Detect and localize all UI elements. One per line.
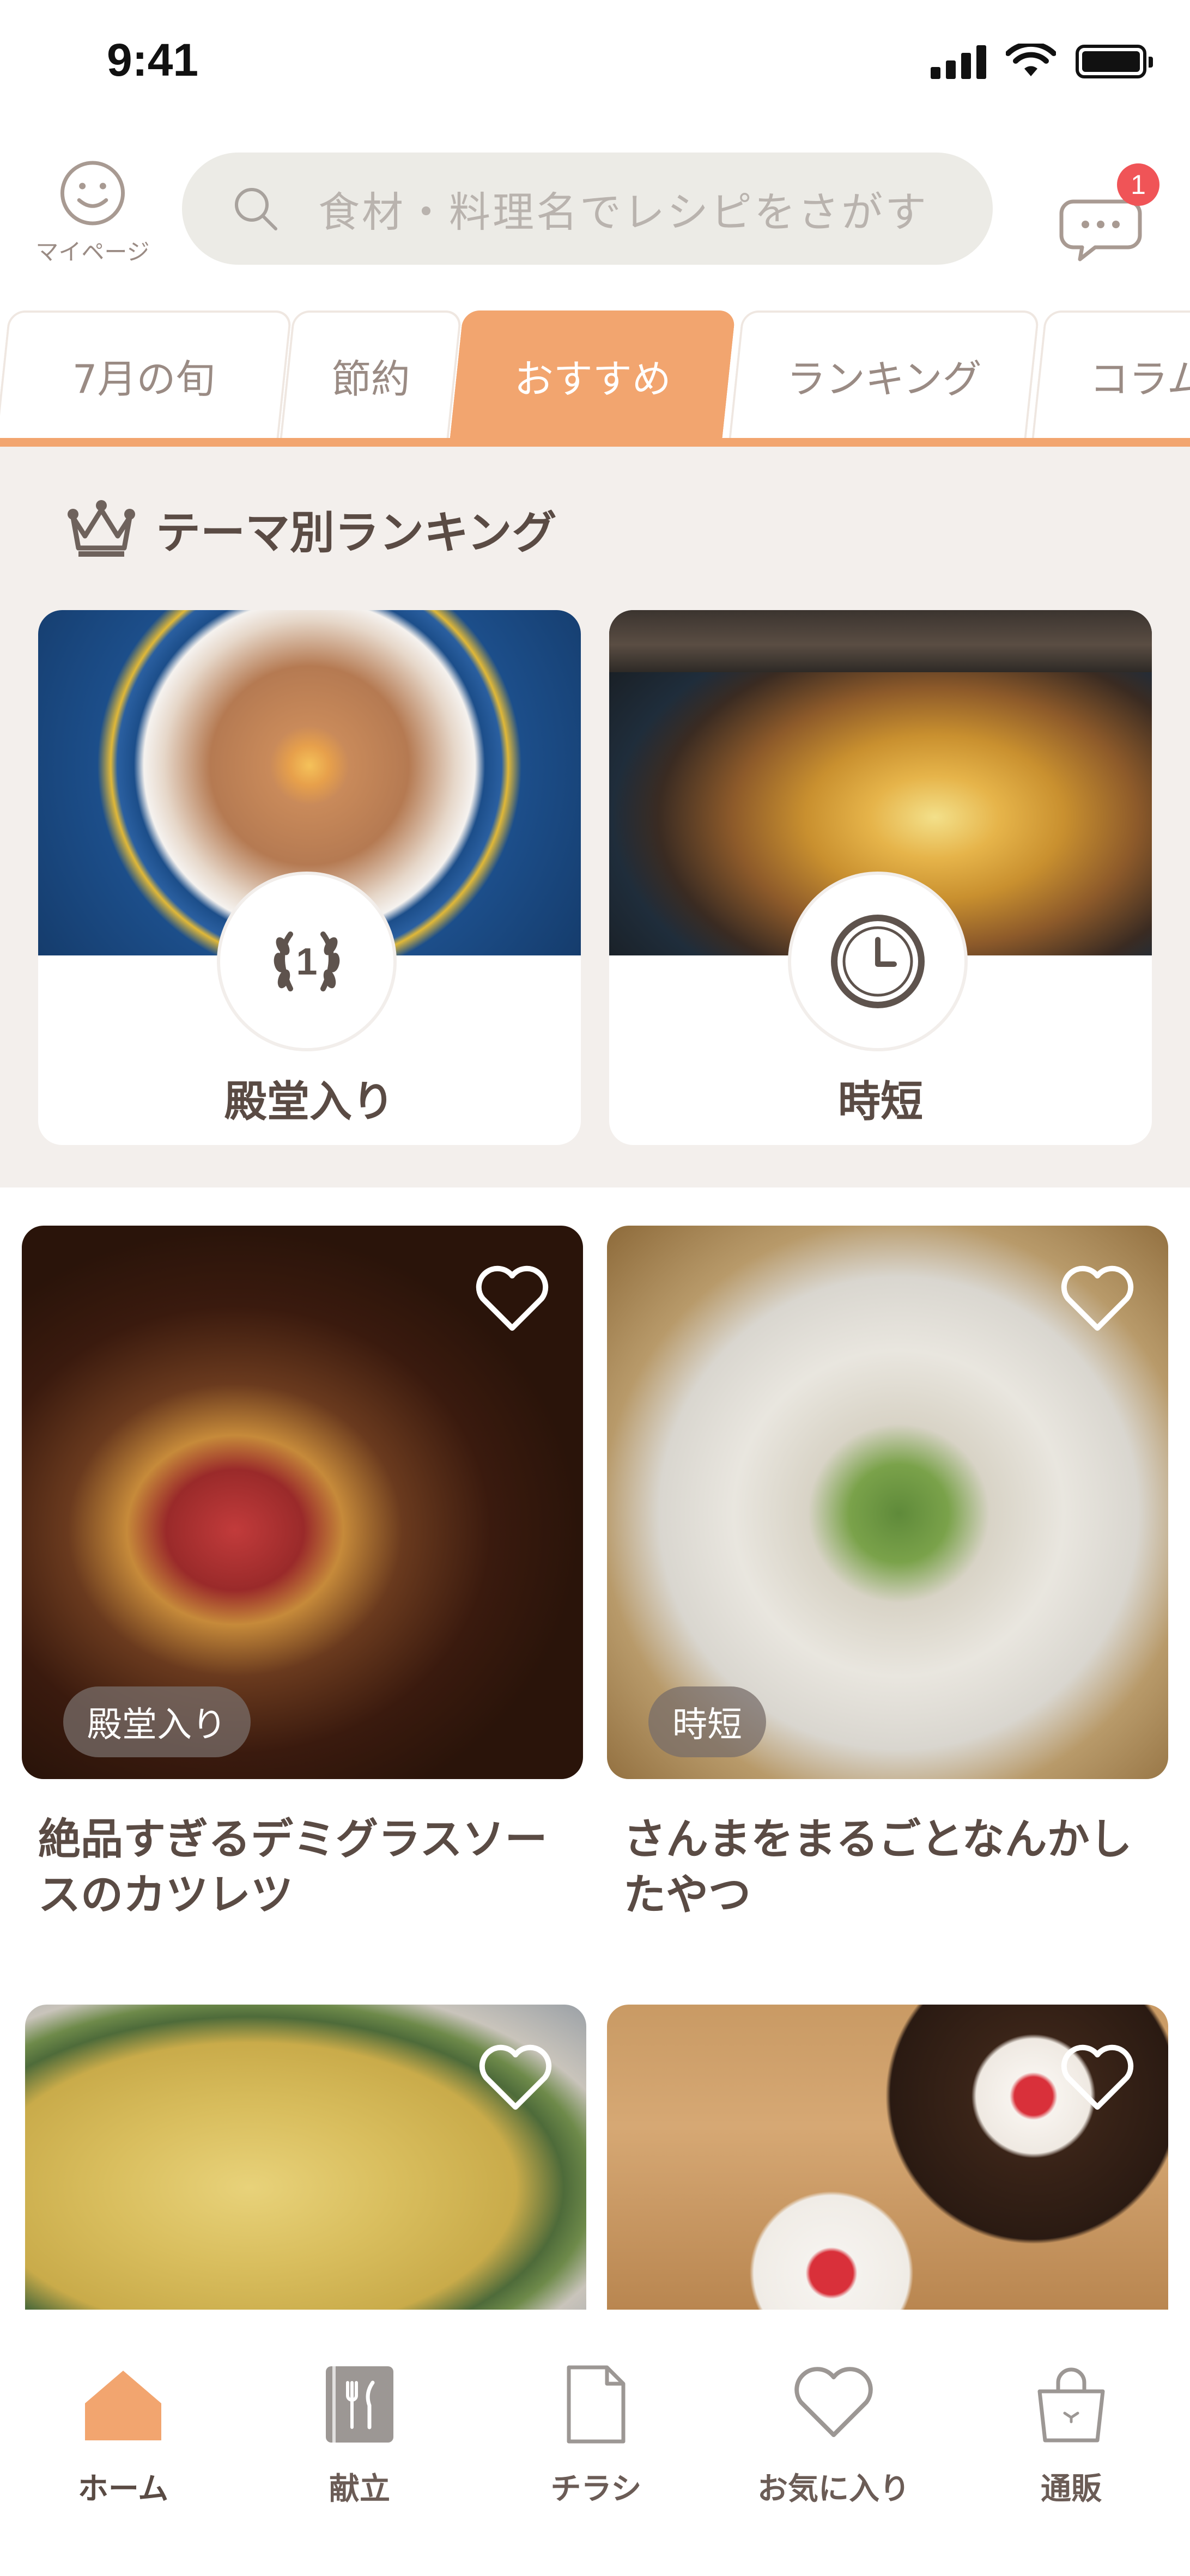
recipe-tag: 時短	[648, 1686, 766, 1757]
favorite-heart-icon[interactable]	[1059, 1264, 1136, 1335]
messages-button[interactable]: 1	[1057, 163, 1166, 267]
recipe-card[interactable]: 殿堂入り 絶品すぎるデミグラスソースのカツレツ	[22, 1226, 583, 1923]
status-icons	[931, 44, 1153, 80]
theme-card-quick[interactable]: 時短	[609, 610, 1152, 1145]
tab-recommended[interactable]: おすすめ	[450, 310, 736, 438]
recipe-title: さんまをまるごとなんかしたやつ	[623, 1815, 1132, 1920]
nav-label: 献立	[329, 2471, 390, 2507]
theme-label: 殿堂入り	[224, 1077, 394, 1126]
dessert-photo	[607, 2005, 1168, 2310]
tab-ranking[interactable]: ランキング	[728, 310, 1040, 438]
clock-icon	[831, 915, 925, 1008]
nav-menu[interactable]: 献立	[256, 2361, 463, 2508]
notification-badge: 1	[1117, 163, 1159, 206]
category-tabs: 7月の旬 節約 おすすめ ランキング コラム	[0, 310, 1190, 447]
theme-card-hall-of-fame[interactable]: 1 殿堂入り	[38, 610, 581, 1145]
theme-ranking-section: テーマ別ランキング 1 殿堂入り 時短	[0, 447, 1190, 1187]
battery-icon	[1076, 45, 1153, 78]
status-time: 9:41	[107, 34, 199, 86]
nav-label: 通販	[1041, 2471, 1102, 2507]
recipe-tag: 殿堂入り	[63, 1686, 251, 1757]
favorite-heart-icon[interactable]	[1059, 2043, 1136, 2114]
tab-seasonal[interactable]: 7月の旬	[0, 310, 293, 438]
ranking-title: テーマ別ランキング	[156, 507, 557, 559]
shopping-bag-icon	[1037, 2367, 1105, 2443]
cutlet-photo: 殿堂入り	[22, 1226, 583, 1779]
nav-home[interactable]: ホーム	[20, 2361, 227, 2508]
mypage-button[interactable]: マイページ	[27, 158, 158, 267]
favorite-heart-icon[interactable]	[477, 2043, 554, 2114]
menu-book-icon	[326, 2366, 393, 2443]
recipe-card[interactable]: 時短 さんまをまるごとなんかしたやつ	[607, 1226, 1168, 1923]
nav-shop[interactable]: 通販	[968, 2361, 1175, 2508]
mypage-label: マイページ	[35, 239, 150, 265]
nav-favorites[interactable]: お気に入り	[730, 2361, 937, 2508]
search-icon	[235, 188, 277, 230]
tab-underline	[0, 438, 1190, 447]
quick-badge	[791, 875, 964, 1048]
hall-of-fame-badge: 1	[220, 875, 393, 1048]
wifi-icon	[1006, 44, 1056, 76]
crown-icon	[68, 500, 135, 557]
theme-label: 時短	[837, 1077, 923, 1126]
ranking-heading: テーマ別ランキング	[63, 496, 557, 561]
recipe-title: 絶品すぎるデミグラスソースのカツレツ	[38, 1815, 548, 1920]
home-icon	[85, 2371, 161, 2440]
saury-photo: 時短	[607, 1226, 1168, 1779]
app-header: マイページ 食材・料理名でレシピをさがす 1	[0, 142, 1190, 272]
search-input[interactable]: 食材・料理名でレシピをさがす	[182, 153, 993, 265]
heart-icon	[794, 2367, 873, 2437]
nav-label: チラシ	[550, 2471, 642, 2507]
recipe-card[interactable]	[25, 2005, 586, 2310]
nav-label: お気に入り	[757, 2471, 910, 2507]
recipe-card[interactable]	[607, 2005, 1168, 2310]
bottom-navigation: ホーム 献立 チラシ お気に入り 通販	[0, 2312, 1190, 2576]
medal-number: 1	[296, 940, 318, 983]
status-bar: 9:41	[0, 0, 1190, 125]
nav-flyer[interactable]: チラシ	[493, 2361, 700, 2508]
search-placeholder: 食材・料理名でレシピをさがす	[318, 188, 928, 236]
smiley-face-icon	[60, 161, 125, 226]
nav-label: ホーム	[77, 2471, 169, 2507]
tab-column[interactable]: コラム	[1031, 310, 1190, 438]
laurel-medal-icon: 1	[274, 931, 340, 991]
fried-rice-photo	[25, 2005, 586, 2310]
flyer-icon	[567, 2365, 626, 2444]
favorite-heart-icon[interactable]	[474, 1264, 550, 1335]
tab-budget[interactable]: 節約	[280, 310, 463, 438]
cellular-signal-icon	[931, 44, 986, 79]
